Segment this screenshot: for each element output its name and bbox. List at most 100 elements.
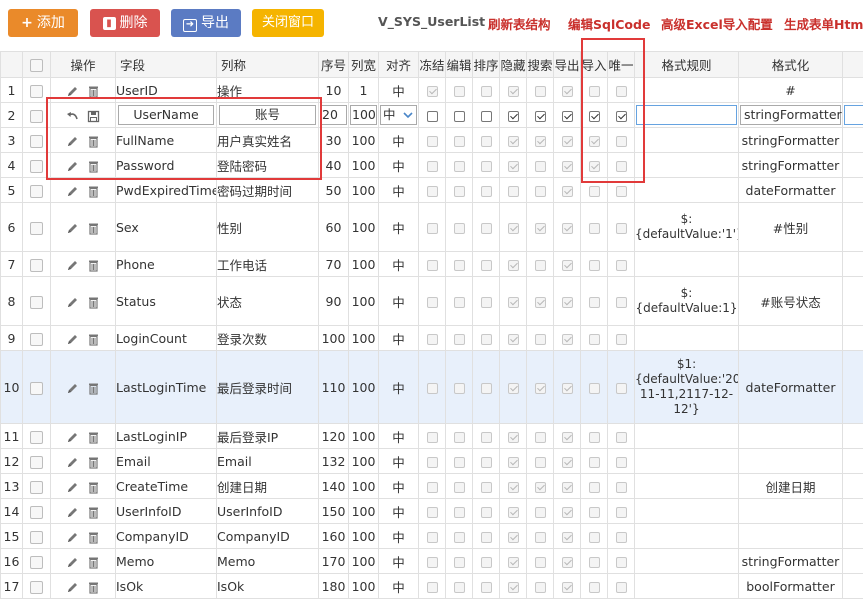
header-import[interactable]: 导入 — [581, 52, 608, 78]
hidden-checkbox[interactable] — [508, 161, 519, 172]
edit-checkbox[interactable] — [454, 260, 465, 271]
flag-edit-cell[interactable] — [446, 128, 473, 153]
freeze-checkbox[interactable] — [427, 532, 438, 543]
trash-icon[interactable] — [87, 183, 100, 198]
hidden-checkbox[interactable] — [508, 557, 519, 568]
flag-search-cell[interactable] — [527, 549, 554, 574]
flag-export-cell[interactable] — [554, 499, 581, 524]
row-checkbox[interactable] — [30, 506, 43, 519]
table-row[interactable]: 16 MemoMemo170100中stringFormatter — [1, 549, 863, 574]
flag-unique-cell[interactable] — [608, 449, 635, 474]
header-field[interactable]: 字段 — [116, 52, 217, 78]
row-select-cell[interactable] — [23, 277, 51, 326]
trash-icon[interactable] — [87, 83, 100, 98]
flag-search-cell[interactable] — [527, 449, 554, 474]
flag-unique-cell[interactable] — [608, 574, 635, 599]
table-row[interactable]: 8 Status状态90100中$: {defaultValue:1}#账号状态 — [1, 277, 863, 326]
add-button[interactable]: +添加 — [8, 9, 78, 37]
unique-checkbox[interactable] — [616, 136, 627, 147]
header-edit[interactable]: 编辑 — [446, 52, 473, 78]
flag-unique-cell[interactable] — [608, 326, 635, 351]
edit-checkbox[interactable] — [454, 223, 465, 234]
flag-sort-cell[interactable] — [473, 574, 500, 599]
row-select-cell[interactable] — [23, 128, 51, 153]
search-checkbox[interactable] — [535, 383, 546, 394]
flag-search-cell[interactable] — [527, 178, 554, 203]
row-checkbox[interactable] — [30, 296, 43, 309]
select-all-checkbox[interactable] — [30, 59, 43, 72]
flag-freeze-cell[interactable] — [419, 153, 446, 178]
flag-sort-cell[interactable] — [473, 277, 500, 326]
trash-icon[interactable] — [87, 429, 100, 444]
row-select-cell[interactable] — [23, 524, 51, 549]
flag-export-cell[interactable] — [554, 474, 581, 499]
table-row[interactable]: 5 PwdExpiredTime密码过期时间50100中dateFormatte… — [1, 178, 863, 203]
row-select-cell[interactable] — [23, 252, 51, 277]
import-checkbox[interactable] — [589, 297, 600, 308]
search-checkbox[interactable] — [535, 557, 546, 568]
trash-icon[interactable] — [87, 158, 100, 173]
import-checkbox[interactable] — [589, 223, 600, 234]
export-checkbox[interactable] — [562, 507, 573, 518]
unique-checkbox[interactable] — [616, 482, 627, 493]
pencil-icon[interactable] — [66, 257, 79, 272]
search-checkbox[interactable] — [535, 432, 546, 443]
search-checkbox[interactable] — [535, 223, 546, 234]
pencil-icon[interactable] — [66, 133, 79, 148]
flag-unique-cell[interactable] — [608, 351, 635, 424]
sort-checkbox[interactable] — [481, 111, 492, 122]
search-checkbox[interactable] — [535, 297, 546, 308]
flag-unique-cell[interactable] — [608, 474, 635, 499]
flag-search-cell[interactable] — [527, 326, 554, 351]
table-row[interactable]: 1 UserID操作101中# — [1, 78, 863, 103]
header-formatter[interactable]: 格式化 — [739, 52, 843, 78]
delete-button[interactable]: ▮删除 — [90, 9, 160, 37]
flag-import-cell[interactable] — [581, 549, 608, 574]
row-select-cell[interactable] — [23, 549, 51, 574]
undo-icon[interactable] — [66, 108, 79, 123]
flag-edit-cell[interactable] — [446, 277, 473, 326]
header-column-name[interactable]: 列称 — [217, 52, 319, 78]
export-checkbox[interactable] — [562, 136, 573, 147]
flag-search-cell[interactable] — [527, 277, 554, 326]
flag-import-cell[interactable] — [581, 574, 608, 599]
flag-freeze-cell[interactable] — [419, 78, 446, 103]
flag-search-cell[interactable] — [527, 78, 554, 103]
trash-icon[interactable] — [87, 479, 100, 494]
row-select-cell[interactable] — [23, 474, 51, 499]
flag-freeze-cell[interactable] — [419, 277, 446, 326]
flag-export-cell[interactable] — [554, 153, 581, 178]
freeze-checkbox[interactable] — [427, 86, 438, 97]
freeze-checkbox[interactable] — [427, 557, 438, 568]
hidden-checkbox[interactable] — [508, 186, 519, 197]
pencil-icon[interactable] — [66, 331, 79, 346]
flag-search-cell[interactable] — [527, 128, 554, 153]
flag-edit-cell[interactable] — [446, 499, 473, 524]
table-row[interactable]: 2 UserName账号20100中stringFormatter — [1, 103, 863, 128]
hidden-checkbox[interactable] — [508, 297, 519, 308]
flag-hidden-cell[interactable] — [500, 252, 527, 277]
flag-freeze-cell[interactable] — [419, 524, 446, 549]
flag-hidden-cell[interactable] — [500, 78, 527, 103]
import-checkbox[interactable] — [589, 432, 600, 443]
flag-sort-cell[interactable] — [473, 326, 500, 351]
pencil-icon[interactable] — [66, 183, 79, 198]
freeze-checkbox[interactable] — [427, 260, 438, 271]
flag-edit-cell[interactable] — [446, 574, 473, 599]
flag-edit-cell[interactable] — [446, 524, 473, 549]
export-checkbox[interactable] — [562, 334, 573, 345]
flag-hidden-cell[interactable] — [500, 449, 527, 474]
flag-unique-cell[interactable] — [608, 153, 635, 178]
row-checkbox[interactable] — [30, 85, 43, 98]
export-checkbox[interactable] — [562, 532, 573, 543]
flag-hidden-cell[interactable] — [500, 153, 527, 178]
flag-sort-cell[interactable] — [473, 153, 500, 178]
sort-checkbox[interactable] — [481, 383, 492, 394]
trash-icon[interactable] — [87, 133, 100, 148]
flag-hidden-cell[interactable] — [500, 203, 527, 252]
import-checkbox[interactable] — [589, 111, 600, 122]
flag-sort-cell[interactable] — [473, 449, 500, 474]
row-checkbox[interactable] — [30, 185, 43, 198]
flag-sort-cell[interactable] — [473, 252, 500, 277]
unique-checkbox[interactable] — [616, 334, 627, 345]
